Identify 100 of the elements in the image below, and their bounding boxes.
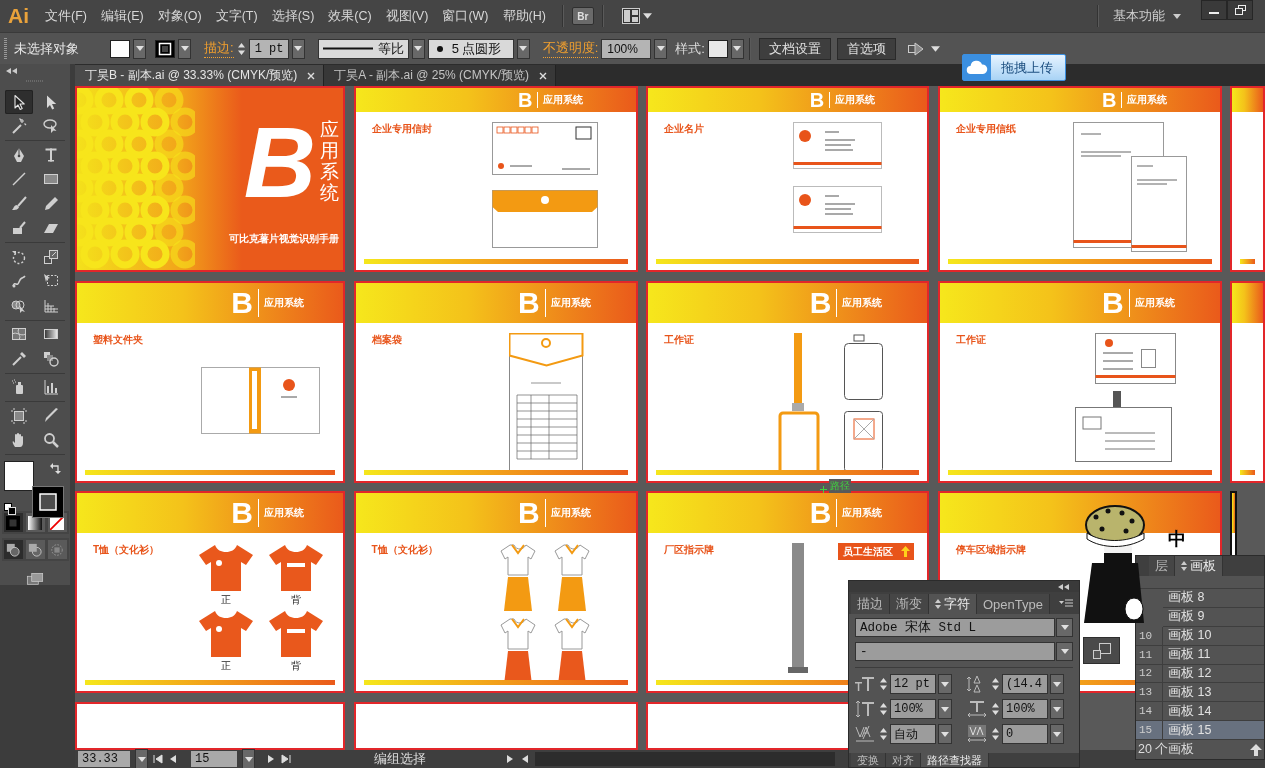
dropdown-button[interactable] — [938, 674, 952, 694]
panel-tab[interactable]: 对齐 — [886, 753, 921, 767]
arrow-up-icon[interactable] — [1250, 743, 1262, 756]
panel-tab[interactable]: 字符 — [929, 594, 977, 614]
stroke-swatch[interactable] — [155, 39, 175, 58]
brush-dropdown[interactable]: 5 点圆形 — [427, 38, 514, 59]
dropdown-button[interactable] — [938, 724, 952, 744]
spinner-icon[interactable] — [236, 40, 246, 57]
bridge-button[interactable]: Br — [571, 7, 594, 25]
dropdown-button[interactable] — [938, 699, 952, 719]
collapse-icon[interactable] — [6, 68, 17, 74]
draw-mode-button[interactable] — [3, 540, 23, 560]
color-mode-button[interactable] — [3, 513, 23, 533]
panel-tab[interactable]: 层 — [1149, 556, 1175, 576]
dropdown-button[interactable] — [1050, 724, 1064, 744]
stroke-link[interactable]: 描边: — [204, 39, 234, 58]
dropdown-button[interactable] — [133, 38, 146, 59]
close-icon[interactable] — [539, 71, 548, 80]
panel-tab[interactable]: 变换 — [851, 753, 886, 767]
document-tab[interactable]: 丁昊A - 副本.ai @ 25% (CMYK/预览) — [324, 65, 557, 86]
updown-icon[interactable] — [935, 599, 941, 609]
preferences-button[interactable]: 首选项 — [836, 37, 896, 60]
font-size-field[interactable]: 12 pt — [890, 674, 936, 694]
panel-menu-icon[interactable] — [1059, 599, 1073, 607]
document-tab[interactable]: 丁昊B - 副本.ai @ 33.33% (CMYK/预览) — [75, 65, 325, 86]
artboard-list-item[interactable]: 10 画板 10 — [1136, 626, 1264, 646]
panel-tab[interactable]: 画板 — [1175, 556, 1223, 576]
dropdown-button[interactable] — [1056, 642, 1073, 661]
fill-swatch[interactable] — [110, 39, 130, 58]
next-artboard-icon[interactable] — [266, 754, 276, 764]
restore-button[interactable] — [1227, 0, 1253, 20]
spinner-icon[interactable] — [991, 726, 1000, 742]
spinner-icon[interactable] — [879, 676, 888, 692]
font-style-field[interactable]: - — [855, 642, 1055, 661]
zoom-field[interactable]: 33.33 — [78, 751, 130, 767]
opacity-link[interactable]: 不透明度: — [542, 39, 599, 58]
dropdown-button[interactable] — [178, 38, 191, 59]
menu-item[interactable]: 对象(O) — [151, 4, 208, 28]
style-swatch[interactable] — [707, 39, 728, 58]
workspace-switcher[interactable]: 基本功能 — [1107, 4, 1187, 28]
horizontal-scale-field[interactable]: 100% — [1002, 699, 1048, 719]
collapse-icon[interactable] — [1058, 583, 1069, 590]
status-menu-icon[interactable] — [505, 754, 515, 764]
dropdown-button[interactable] — [516, 38, 530, 59]
artboard-number-field[interactable]: 15 — [191, 751, 237, 767]
spinner-icon[interactable] — [879, 701, 888, 717]
updown-icon[interactable] — [1181, 561, 1187, 571]
minimize-button[interactable] — [1201, 0, 1227, 20]
dropdown-button[interactable] — [291, 38, 305, 59]
draw-mode-button[interactable] — [25, 540, 45, 560]
swap-icon[interactable] — [50, 463, 61, 474]
panel-tab[interactable]: 渐变 — [890, 594, 929, 614]
menu-item[interactable]: 文字(T) — [209, 4, 264, 28]
dropdown-button[interactable] — [1050, 699, 1064, 719]
kerning-field[interactable]: 自动 — [890, 724, 936, 744]
artboard-list-item[interactable]: 画板 9 — [1163, 607, 1264, 627]
stroke-weight-field[interactable]: 1 pt — [248, 38, 289, 59]
close-icon[interactable] — [307, 71, 316, 80]
stroke-profile-dropdown[interactable]: 等比 — [317, 38, 409, 59]
artboard-list-item[interactable]: 11 画板 11 — [1136, 645, 1264, 665]
selection-arrow-tool[interactable] — [5, 90, 33, 114]
vertical-scale-field[interactable]: 100% — [890, 699, 936, 719]
leading-field[interactable]: (14.4 — [1002, 674, 1048, 694]
arrange-documents-icon[interactable] — [621, 8, 640, 24]
caret-icon[interactable] — [642, 13, 652, 19]
menu-item[interactable]: 选择(S) — [265, 4, 321, 28]
caret-icon[interactable] — [930, 45, 940, 52]
dropdown-button[interactable] — [730, 38, 744, 59]
tracking-field[interactable]: 0 — [1002, 724, 1048, 744]
panel-tab[interactable]: 描边 — [851, 594, 890, 614]
dropdown-button[interactable] — [411, 38, 425, 59]
panel-tab[interactable]: 路径查找器 — [921, 753, 989, 767]
grip-icon[interactable] — [4, 37, 7, 60]
screen-mode-icon[interactable] — [24, 573, 46, 585]
artboard-list-item[interactable]: 12 画板 12 — [1136, 664, 1264, 684]
panel-tab[interactable]: OpenType — [977, 594, 1050, 614]
document-setup-button[interactable]: 文档设置 — [758, 37, 831, 60]
dropdown-button[interactable] — [242, 749, 255, 768]
dropdown-button[interactable] — [135, 749, 148, 768]
spinner-icon[interactable] — [991, 676, 1000, 692]
font-family-field[interactable]: Adobe 宋体 Std L — [855, 618, 1055, 637]
box-arrow-icon[interactable] — [906, 40, 925, 57]
fill-color-swatch[interactable] — [4, 461, 34, 491]
menu-item[interactable]: 文件(F) — [39, 4, 93, 28]
upload-button[interactable]: 拖拽上传 — [962, 54, 1066, 81]
menu-item[interactable]: 编辑(E) — [94, 4, 150, 28]
menu-item[interactable]: 窗口(W) — [436, 4, 495, 28]
menu-item[interactable]: 视图(V) — [379, 4, 435, 28]
dropdown-button[interactable] — [1050, 674, 1064, 694]
artboard-list-item[interactable]: 画板 8 — [1163, 588, 1264, 608]
spinner-icon[interactable] — [991, 701, 1000, 717]
menu-item[interactable]: 帮助(H) — [496, 4, 552, 28]
first-artboard-icon[interactable] — [153, 754, 163, 764]
spinner-icon[interactable] — [879, 726, 888, 742]
dropdown-button[interactable] — [1056, 618, 1073, 637]
scroll-left-icon[interactable] — [520, 754, 530, 764]
opacity-field[interactable]: 100% — [601, 38, 652, 59]
panel-dock-button[interactable] — [1083, 637, 1120, 664]
last-artboard-icon[interactable] — [281, 754, 291, 764]
draw-mode-button[interactable] — [47, 540, 67, 560]
